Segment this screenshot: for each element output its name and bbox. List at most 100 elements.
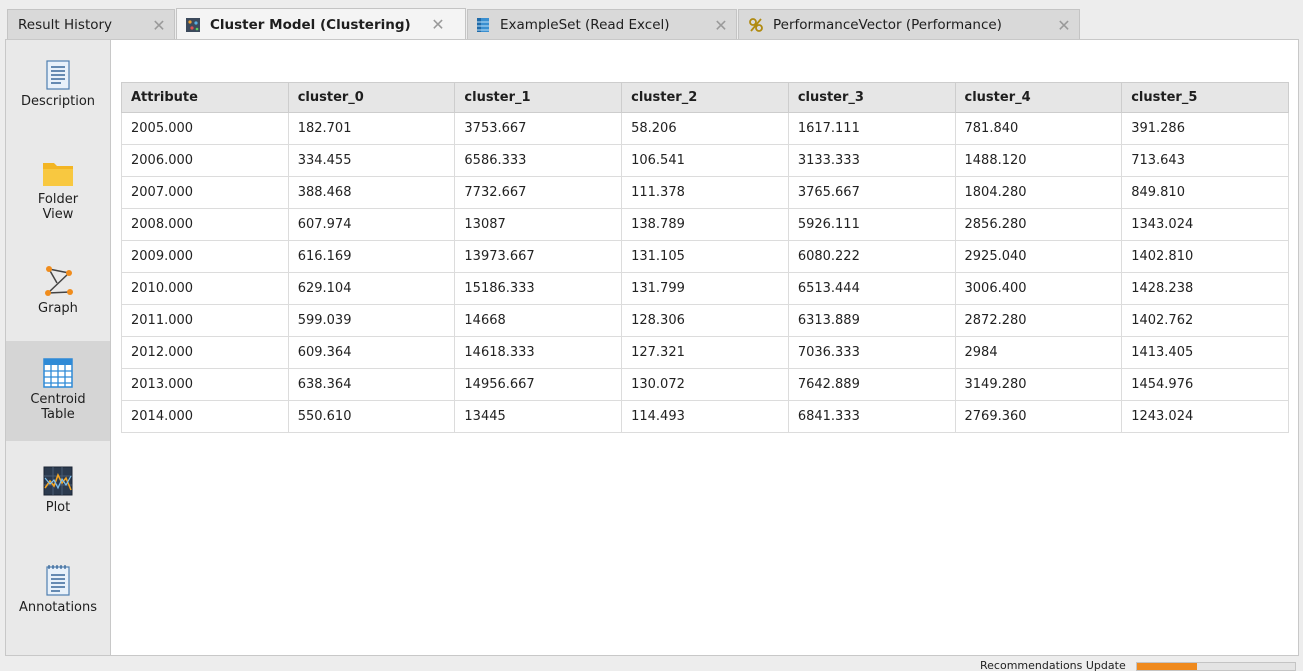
table-row[interactable]: 2007.000 388.468 7732.667 111.378 3765.667 18… (121, 176, 1289, 209)
table-row[interactable]: 2011.000 599.039 14668 128.306 6313.889 2872.… (121, 304, 1289, 337)
table-cell: 2769.360 (954, 400, 1123, 433)
tab-performance-vector[interactable]: PerformanceVector (Performance) ✕ (738, 9, 1080, 40)
table-cell: 7036.333 (787, 336, 956, 369)
sidebar-item-annotations[interactable]: Annotations (6, 564, 110, 654)
table-cell: 2011.000 (121, 304, 289, 337)
column-header-4[interactable]: cluster_3 (787, 82, 956, 113)
table-row[interactable]: 2006.000 334.455 6586.333 106.541 3133.333 14… (121, 144, 1289, 177)
tab-cluster-model[interactable]: Cluster Model (Clustering) ✕ (176, 8, 466, 40)
table-cell: 2005.000 (121, 112, 289, 145)
table-cell: 138.789 (621, 208, 789, 241)
sidebar-item-label: Description (20, 94, 96, 109)
table-cell: 2012.000 (121, 336, 289, 369)
tab-label: Result History (18, 17, 113, 33)
table-cell: 3006.400 (954, 272, 1123, 305)
table-row[interactable]: 2008.000 607.974 13087 138.789 5926.111 2856.… (121, 208, 1289, 241)
table-cell: 6841.333 (787, 400, 956, 433)
sidebar-item-folder-view[interactable]: Folder View (6, 158, 110, 248)
column-header-5[interactable]: cluster_4 (954, 82, 1123, 113)
table-cell: 334.455 (287, 144, 456, 177)
table-cell: 1454.976 (1121, 368, 1289, 401)
view-sidebar: Description Folder View Graph Centroid T… (6, 40, 111, 655)
tab-label: ExampleSet (Read Excel) (500, 17, 670, 33)
table-cell: 14618.333 (454, 336, 623, 369)
table-cell: 3753.667 (454, 112, 623, 145)
table-cell: 609.364 (287, 336, 456, 369)
table-row[interactable]: 2009.000 616.169 13973.667 131.105 6080.222 2… (121, 240, 1289, 273)
cluster-model-panel: Description Folder View Graph Centroid T… (5, 39, 1299, 656)
table-cell: 1617.111 (787, 112, 956, 145)
column-header-0[interactable]: Attribute (121, 82, 289, 113)
table-cell: 106.541 (621, 144, 789, 177)
table-cell: 131.105 (621, 240, 789, 273)
tab-exampleset[interactable]: ExampleSet (Read Excel) ✕ (467, 9, 737, 40)
table-cell: 58.206 (621, 112, 789, 145)
table-cell: 2925.040 (954, 240, 1123, 273)
table-cell: 7642.889 (787, 368, 956, 401)
table-cell: 1402.810 (1121, 240, 1289, 273)
centroid-table-container: Attribute cluster_0 cluster_1 cluster_2 clus… (121, 82, 1289, 433)
close-icon[interactable]: ✕ (712, 16, 730, 35)
table-cell: 2009.000 (121, 240, 289, 273)
table-cell: 1488.120 (954, 144, 1123, 177)
recommendations-progress-bar (1136, 662, 1296, 671)
table-cell: 13445 (454, 400, 623, 433)
sidebar-item-label: Annotations (18, 600, 98, 615)
table-cell: 629.104 (287, 272, 456, 305)
table-row[interactable]: 2014.000 550.610 13445 114.493 6841.333 2769.… (121, 400, 1289, 433)
table-row[interactable]: 2010.000 629.104 15186.333 131.799 6513.444 3… (121, 272, 1289, 305)
table-cell: 1343.024 (1121, 208, 1289, 241)
table-row[interactable]: 2013.000 638.364 14956.667 130.072 7642.889 3… (121, 368, 1289, 401)
table-cell: 6313.889 (787, 304, 956, 337)
table-cell: 13087 (454, 208, 623, 241)
column-header-1[interactable]: cluster_0 (287, 82, 456, 113)
table-cell: 2008.000 (121, 208, 289, 241)
table-cell: 127.321 (621, 336, 789, 369)
table-cell: 391.286 (1121, 112, 1289, 145)
table-cell: 1243.024 (1121, 400, 1289, 433)
column-header-3[interactable]: cluster_2 (621, 82, 789, 113)
table-row[interactable]: 2012.000 609.364 14618.333 127.321 7036.333 2… (121, 336, 1289, 369)
tab-label: Cluster Model (Clustering) (210, 16, 411, 33)
folder-icon (43, 163, 73, 186)
table-cell: 616.169 (287, 240, 456, 273)
column-header-2[interactable]: cluster_1 (454, 82, 623, 113)
centroid-table: Attribute cluster_0 cluster_1 cluster_2 clus… (121, 82, 1289, 433)
sidebar-item-label: Graph (38, 301, 78, 316)
table-cell: 15186.333 (454, 272, 623, 305)
table-cell: 6586.333 (454, 144, 623, 177)
table-cell: 550.610 (287, 400, 456, 433)
table-cell: 13973.667 (454, 240, 623, 273)
sidebar-item-description[interactable]: Description (6, 60, 110, 150)
notepad-icon (46, 565, 70, 596)
tab-result-history[interactable]: Result History ✕ (7, 9, 175, 40)
graph-icon (45, 266, 73, 296)
table-cell: 14956.667 (454, 368, 623, 401)
sidebar-item-plot[interactable]: Plot (6, 466, 110, 556)
table-cell: 2007.000 (121, 176, 289, 209)
table-icon (43, 358, 73, 388)
table-cell: 1804.280 (954, 176, 1123, 209)
table-cell: 6080.222 (787, 240, 956, 273)
table-cell: 3133.333 (787, 144, 956, 177)
table-body: 2005.000 182.701 3753.667 58.206 1617.111 781… (121, 112, 1289, 433)
close-icon[interactable]: ✕ (150, 16, 168, 35)
sidebar-item-label: Centroid Table (30, 392, 86, 422)
table-cell: 3149.280 (954, 368, 1123, 401)
table-cell: 2872.280 (954, 304, 1123, 337)
table-cell: 5926.111 (787, 208, 956, 241)
table-cell: 14668 (454, 304, 623, 337)
table-cell: 388.468 (287, 176, 456, 209)
sidebar-item-centroid-table[interactable]: Centroid Table (6, 341, 110, 441)
table-cell: 111.378 (621, 176, 789, 209)
table-cell: 131.799 (621, 272, 789, 305)
table-cell: 182.701 (287, 112, 456, 145)
column-header-6[interactable]: cluster_5 (1121, 82, 1289, 113)
close-icon[interactable]: ✕ (429, 15, 447, 34)
table-row[interactable]: 2005.000 182.701 3753.667 58.206 1617.111 781… (121, 112, 1289, 145)
table-header-row: Attribute cluster_0 cluster_1 cluster_2 clus… (121, 82, 1289, 113)
table-cell: 130.072 (621, 368, 789, 401)
plot-icon (43, 466, 73, 496)
close-icon[interactable]: ✕ (1055, 16, 1073, 35)
table-cell: 3765.667 (787, 176, 956, 209)
